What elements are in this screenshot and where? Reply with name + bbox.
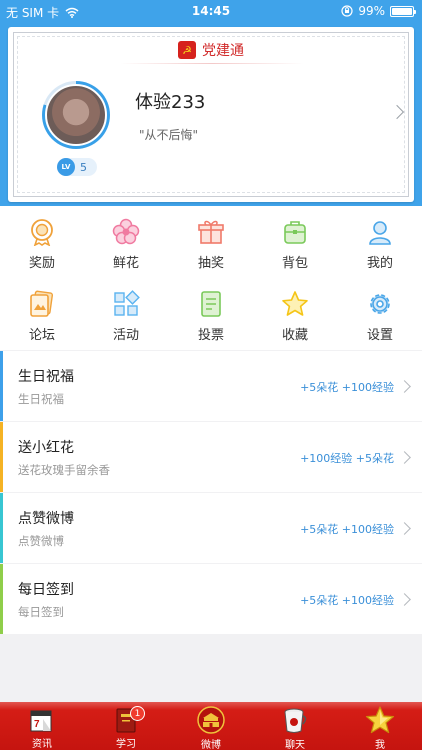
username: 体验233	[135, 92, 206, 113]
grid-item-backpack[interactable]: 背包	[253, 206, 337, 278]
task-title: 点赞微博	[18, 511, 74, 527]
avatar	[45, 84, 107, 146]
avatar-ring[interactable]	[42, 81, 110, 149]
vote-icon	[201, 291, 221, 317]
tiananmen-icon	[197, 706, 225, 734]
grid-item-lottery[interactable]: 抽奖	[169, 206, 253, 278]
status-right: 99%	[341, 4, 416, 18]
svg-text:7: 7	[34, 719, 40, 730]
level-icon: LV	[57, 158, 75, 176]
tab-label: 学习	[116, 739, 136, 750]
task-reward: +5朵花 +100经验	[300, 523, 394, 536]
grid-item-mine[interactable]: 我的	[338, 206, 422, 278]
chevron-right-icon	[398, 522, 411, 535]
grid-label: 设置	[366, 328, 393, 343]
task-list: 生日祝福 生日祝福 +5朵花 +100经验 送小红花 送花玫瑰手留余香 +100…	[0, 351, 422, 635]
activity-icon	[114, 290, 140, 316]
rotation-lock-icon	[341, 5, 353, 17]
tab-chat[interactable]: 聊天	[253, 702, 337, 750]
tab-label: 聊天	[285, 740, 305, 750]
medal-icon	[31, 219, 53, 246]
battery-icon	[390, 5, 416, 17]
task-birthday-wish[interactable]: 生日祝福 生日祝福 +5朵花 +100经验	[0, 351, 422, 421]
grid-label: 收藏	[281, 328, 308, 343]
grid-item-vote[interactable]: 投票	[169, 278, 253, 350]
star-icon	[365, 706, 395, 734]
tab-bar: 7 资讯 1 学习 微博 聊天 我	[0, 702, 422, 750]
tab-label: 微博	[201, 740, 221, 750]
task-send-flower[interactable]: 送小红花 送花玫瑰手留余香 +100经验 +5朵花	[0, 422, 422, 492]
task-reward: +100经验 +5朵花	[300, 452, 394, 465]
task-subtitle: 点赞微博	[18, 534, 64, 548]
profile-card[interactable]: ☭ 党建通 LV 5 体验233 "从不后悔"	[8, 27, 414, 202]
grid-label: 投票	[197, 328, 224, 343]
status-bar: 无 SIM 卡 14:45 99%	[0, 0, 422, 22]
gift-icon	[198, 220, 224, 244]
level-badge: LV 5	[57, 158, 97, 176]
backpack-icon	[284, 221, 306, 244]
grid-label: 奖励	[28, 256, 55, 271]
chevron-right-icon	[398, 380, 411, 393]
grid-label: 抽奖	[197, 256, 224, 271]
grid-item-reward[interactable]: 奖励	[0, 206, 84, 278]
tab-news[interactable]: 7 资讯	[0, 702, 84, 750]
grid-item-forum[interactable]: 论坛	[0, 278, 84, 350]
task-reward: +5朵花 +100经验	[300, 594, 394, 607]
task-subtitle: 送花玫瑰手留余香	[18, 463, 110, 477]
flower-icon	[112, 218, 140, 245]
grid-item-activity[interactable]: 活动	[84, 278, 168, 350]
task-daily-checkin[interactable]: 每日签到 每日签到 +5朵花 +100经验	[0, 564, 422, 634]
tab-label: 我	[375, 740, 385, 750]
gear-icon	[370, 294, 390, 314]
star-icon	[282, 291, 308, 316]
task-reward: +5朵花 +100经验	[300, 381, 394, 394]
tab-me[interactable]: 我	[338, 702, 422, 750]
tab-weibo[interactable]: 微博	[169, 702, 253, 750]
grid-item-flower[interactable]: 鲜花	[84, 206, 168, 278]
grid-label: 论坛	[28, 328, 55, 343]
tab-label: 资讯	[32, 739, 52, 750]
grid-label: 背包	[281, 256, 308, 271]
task-subtitle: 生日祝福	[18, 392, 64, 406]
level-number: 5	[80, 160, 87, 174]
task-title: 每日签到	[18, 582, 74, 598]
task-like-weibo[interactable]: 点赞微博 点赞微博 +5朵花 +100经验	[0, 493, 422, 563]
card-title: ☭ 党建通	[8, 40, 414, 60]
app-name: 党建通	[202, 43, 244, 59]
calendar-icon: 7	[30, 710, 52, 731]
function-grid: 奖励 鲜花 抽奖 背包 我的 论坛 活动 投票 收藏 设置	[0, 206, 422, 350]
battery-fill	[392, 7, 412, 15]
chevron-right-icon	[398, 593, 411, 606]
person-icon	[369, 221, 391, 245]
grid-item-favorites[interactable]: 收藏	[253, 278, 337, 350]
tab-study[interactable]: 1 学习	[84, 702, 168, 750]
party-emblem-icon: ☭	[178, 41, 196, 59]
motto: "从不后悔"	[139, 128, 199, 142]
task-title: 送小红花	[18, 440, 74, 456]
task-title: 生日祝福	[18, 369, 74, 385]
chat-cup-icon	[284, 708, 307, 733]
grid-label: 活动	[112, 328, 139, 343]
battery-percent: 99%	[358, 4, 385, 18]
grid-label: 鲜花	[112, 256, 139, 271]
grid-label: 我的	[366, 256, 393, 271]
title-divider	[120, 63, 304, 64]
notification-badge: 1	[130, 706, 145, 721]
task-subtitle: 每日签到	[18, 605, 64, 619]
forum-icon	[30, 290, 54, 317]
grid-item-settings[interactable]: 设置	[338, 278, 422, 350]
header: 无 SIM 卡 14:45 99% ☭ 党建通 LV 5 体验233 "从不后悔…	[0, 0, 422, 206]
chevron-right-icon	[398, 451, 411, 464]
